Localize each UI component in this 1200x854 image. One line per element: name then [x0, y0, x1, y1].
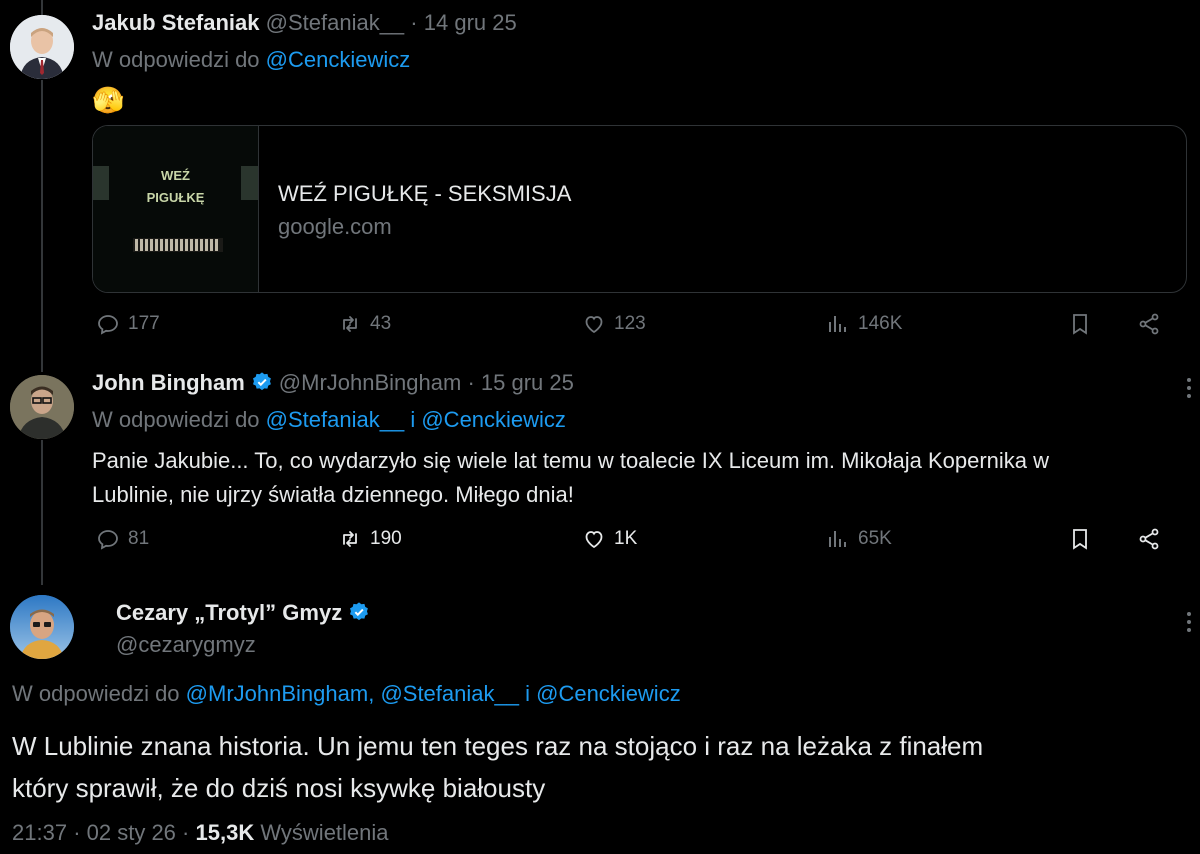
reply-button[interactable]: 81: [96, 527, 149, 551]
reply-to-mention-2[interactable]: @Stefaniak__: [380, 681, 519, 706]
share-button[interactable]: [1137, 527, 1161, 551]
views-count: 15,3K: [195, 820, 255, 845]
tweet-text-line-1: Panie Jakubie... To, co wydarzyło się wi…: [92, 448, 1050, 473]
avatar-jakub-image: [10, 15, 74, 79]
tweet-text: W Lublinie znana historia. Un jemu ten t…: [12, 725, 1192, 809]
bookmark-button[interactable]: [1068, 527, 1092, 551]
thumb-word-2: PIGUŁKĘ: [146, 190, 205, 205]
share-icon: [1139, 313, 1159, 335]
verified-badge-icon: [252, 372, 271, 391]
repost-count: 190: [370, 528, 402, 549]
heart-icon: [585, 316, 603, 334]
like-button[interactable]: 1K: [582, 527, 637, 551]
link-card-thumbnail: WEŹ PIGUŁKĘ: [93, 126, 259, 292]
reply-count: 177: [128, 313, 160, 334]
tweet-date[interactable]: 15 gru 25: [481, 370, 574, 395]
author-name[interactable]: John Bingham: [92, 370, 245, 395]
author-name[interactable]: Cezary „Trotyl” Gmyz: [116, 600, 342, 625]
reply-to-and: i: [525, 681, 530, 706]
piano-thumbnail-image: [93, 126, 258, 292]
bookmark-icon: [1073, 314, 1087, 335]
reply-icon: [98, 315, 118, 335]
tweet-date[interactable]: 02 sty 26: [87, 820, 176, 845]
tweet-text-line-2: Lublinie, nie ujrzy światła dziennego. M…: [92, 482, 574, 507]
separator: ·: [467, 370, 475, 395]
author-handle[interactable]: @cezarygmyz: [116, 632, 256, 658]
link-card[interactable]: WEŹ PIGUŁKĘ WEŹ PIGUŁKĘ - SEKSMISJA goog…: [92, 125, 1187, 293]
reply-to-mention-1[interactable]: @MrJohnBingham,: [186, 681, 375, 706]
repost-count: 43: [370, 313, 392, 334]
repost-icon: [343, 316, 357, 332]
reply-prefix: W odpowiedzi do: [92, 47, 260, 72]
views-count: 146K: [858, 313, 903, 334]
verified-badge-icon: [350, 602, 369, 621]
tweet-text-line-1: W Lublinie znana historia. Un jemu ten t…: [12, 731, 984, 761]
tweet-emoji: 🫣: [92, 85, 125, 115]
reply-to-and: i: [410, 407, 416, 432]
tweet-time[interactable]: 21:37: [12, 820, 67, 845]
avatar-jakub[interactable]: [10, 15, 74, 79]
reply-to-mention-3[interactable]: @Cenckiewicz: [536, 681, 681, 706]
bookmark-button[interactable]: [1068, 312, 1092, 336]
thumb-word-1: WEŹ: [161, 168, 190, 183]
avatar-john-image: [10, 375, 74, 439]
reply-prefix: W odpowiedzi do: [12, 681, 180, 706]
tweet-text: Panie Jakubie... To, co wydarzyło się wi…: [92, 444, 1192, 512]
like-count: 1K: [614, 528, 638, 549]
more-options-icon[interactable]: [1187, 378, 1193, 398]
author-name[interactable]: Jakub Stefaniak: [92, 10, 260, 35]
avatar-cezary-image: [10, 595, 74, 659]
separator: ·: [73, 820, 81, 845]
reply-to-mention[interactable]: @Cenckiewicz: [266, 47, 411, 72]
share-button[interactable]: [1137, 312, 1161, 336]
heart-icon: [585, 531, 603, 549]
link-card-title: WEŹ PIGUŁKĘ - SEKSMISJA: [278, 181, 572, 206]
reply-to-mention-2[interactable]: @Cenckiewicz: [421, 407, 566, 432]
views-button[interactable]: 65K: [826, 527, 892, 551]
repost-button[interactable]: 190: [338, 527, 402, 551]
share-icon: [1139, 528, 1159, 550]
thread-line-top: [41, 0, 43, 15]
avatar-john[interactable]: [10, 375, 74, 439]
views-icon: [829, 531, 846, 547]
tweet-text-line-2: który sprawił, że do dziś nosi ksywkę bi…: [12, 773, 546, 803]
avatar-cezary[interactable]: [10, 595, 74, 659]
author-handle[interactable]: @Stefaniak__: [266, 10, 405, 35]
separator: ·: [182, 820, 190, 845]
bookmark-icon: [1073, 529, 1087, 550]
separator: ·: [410, 10, 418, 35]
more-options-icon[interactable]: [1187, 612, 1193, 632]
reply-button[interactable]: 177: [96, 312, 160, 336]
thread-line-1: [41, 80, 43, 372]
reply-to-mention-1[interactable]: @Stefaniak__: [266, 407, 405, 432]
views-count: 65K: [858, 528, 892, 549]
tweet-date[interactable]: 14 gru 25: [424, 10, 517, 35]
repost-button[interactable]: 43: [338, 312, 391, 336]
reply-icon: [98, 530, 118, 550]
repost-icon: [343, 531, 357, 547]
like-count: 123: [614, 313, 646, 334]
views-button[interactable]: 146K: [826, 312, 902, 336]
thread-line-2: [41, 440, 43, 585]
views-icon: [829, 316, 846, 332]
reply-count: 81: [128, 528, 150, 549]
link-card-domain: google.com: [278, 214, 392, 239]
reply-prefix: W odpowiedzi do: [92, 407, 260, 432]
like-button[interactable]: 123: [582, 312, 646, 336]
author-handle[interactable]: @MrJohnBingham: [279, 370, 462, 395]
views-label: Wyświetlenia: [260, 820, 389, 845]
